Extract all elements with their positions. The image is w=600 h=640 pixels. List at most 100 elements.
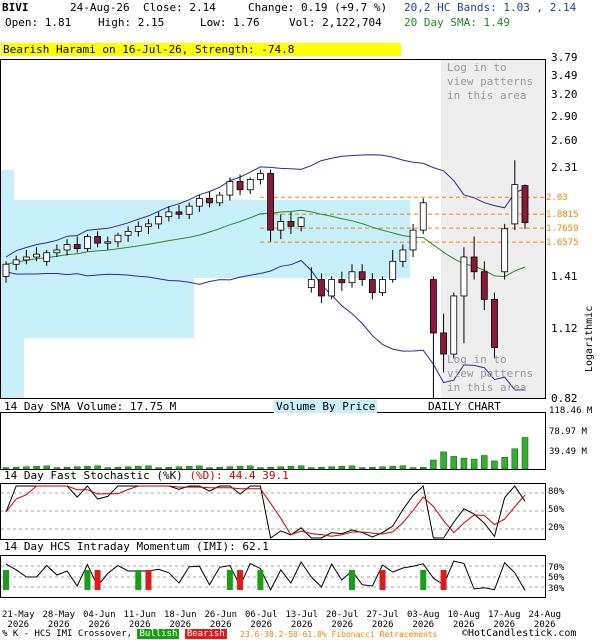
pattern-banner: Bearish Harami on 16-Jul-26, Strength: -…: [1, 43, 401, 56]
price-tick: 0.82: [551, 392, 578, 405]
candle-body: [409, 229, 417, 251]
price-tick: 1.41: [551, 270, 578, 283]
x-axis-year: 2026: [412, 620, 435, 630]
x-axis-day: 11-Jun: [123, 610, 157, 620]
high-value: High: 2.15: [98, 16, 165, 29]
hc-bands-label: 20,2 HC Bands: 1.03 , 2.14: [404, 1, 577, 14]
candle-body: [257, 173, 264, 180]
x-axis-date: 11-Jun 2026: [124, 610, 157, 630]
close-value: Close: 2.14: [143, 1, 216, 14]
candle-body: [175, 211, 183, 215]
x-axis-date: 06-Jul 2026: [245, 610, 278, 630]
login-note-bottom[interactable]: Log in to view patterns in this area: [447, 353, 533, 395]
login-note-line: Log in to: [447, 353, 507, 366]
volume-tick: 118.46 M: [549, 406, 593, 416]
candle-body: [450, 295, 458, 355]
open-value: Open: 1.81: [5, 16, 72, 29]
candle-body: [124, 230, 132, 236]
copyright[interactable]: ©HotCandlestick.com: [462, 628, 576, 639]
candle-body: [307, 279, 315, 288]
bullish-badge: Bullish: [137, 629, 180, 639]
imi-crossover-marker: [84, 570, 91, 590]
stochastic-tick: 20%: [548, 523, 565, 533]
volume-tick: 39.49 M: [549, 447, 587, 457]
volume-bar: [470, 458, 478, 470]
candle-body: [12, 259, 20, 265]
vbp-band: [194, 200, 410, 278]
candle-body: [226, 181, 234, 196]
price-tick: 2.60: [551, 134, 578, 147]
volume-bar: [430, 459, 437, 470]
candle-body: [501, 228, 509, 273]
imi-label: 14 Day HCS Intraday Momentum (IMI): 62.1: [4, 540, 269, 553]
price-tick: 2.31: [551, 161, 578, 174]
stochastic-tick: 80%: [548, 487, 565, 497]
x-axis-date: 21-May 2026: [2, 610, 35, 630]
x-axis-date: 18-Jun 2026: [164, 610, 197, 630]
imi-crossover-marker: [237, 570, 244, 590]
imi-crossover-marker: [440, 570, 447, 590]
x-axis-year: 2026: [371, 620, 394, 630]
candle-body: [246, 179, 254, 191]
x-axis-day: 13-Jul: [285, 610, 319, 620]
login-note-top[interactable]: Log in to view patterns in this area: [447, 61, 533, 103]
volume-bar: [287, 466, 295, 470]
footer-legend: % K - HCS IMI Crossover, Bullish Bearish: [2, 629, 227, 639]
x-axis-day: 27-Jul: [366, 610, 400, 620]
vbp-band: [1, 170, 14, 398]
imi-crossover-marker: [257, 570, 264, 590]
x-axis-day: 04-Jun: [83, 610, 116, 620]
x-axis-day: 10-Aug: [447, 610, 481, 620]
imi-crossover-marker: [135, 570, 142, 590]
fib-label: 1.7659: [546, 224, 579, 234]
volume-bar: [491, 460, 498, 470]
change-value: Change: 0.19 (+9.7 %): [248, 1, 388, 14]
imi-line: [5, 560, 526, 592]
candle-body: [43, 252, 51, 262]
x-axis-date: 27-Jul 2026: [367, 610, 400, 630]
login-note-line: in this area: [447, 381, 527, 394]
price-tick: 3.79: [551, 51, 578, 64]
imi-crossover-marker: [420, 570, 427, 590]
volume-bar: [481, 455, 488, 470]
candle-body: [379, 279, 386, 293]
volume-bar: [460, 457, 468, 470]
candle-body: [338, 279, 346, 284]
daily-chart-label: DAILY CHART: [428, 400, 501, 413]
x-axis-year: 2026: [250, 620, 273, 630]
imi-crossover-marker: [3, 570, 9, 590]
volume-bar: [308, 467, 315, 470]
volume-tick: 78.97 M: [549, 427, 587, 437]
candle-body: [165, 211, 173, 218]
stochastic-k-label: 14 Day Fast Stochastic (%K): [4, 469, 190, 482]
login-note-line: view patterns: [447, 367, 534, 380]
candle-body: [155, 216, 163, 225]
candle-body: [22, 256, 30, 261]
legend-text: % K - HCS IMI Crossover,: [2, 629, 133, 639]
stochastic-d-label: (%D): 44.4: [189, 469, 256, 482]
x-axis-year: 2026: [290, 620, 313, 630]
x-axis-date: 20-Jul 2026: [326, 610, 359, 630]
symbol: BIVI: [2, 1, 29, 14]
candle-body: [511, 184, 519, 225]
candle-body: [84, 236, 91, 249]
candle-body: [33, 253, 40, 258]
candle-body: [2, 263, 10, 277]
candle-body: [236, 181, 244, 191]
x-axis-date: 26-Jun 2026: [205, 610, 238, 630]
x-axis-day: 28-May: [42, 610, 76, 620]
volume-bar: [328, 466, 335, 470]
x-axis-day: 21-May: [2, 610, 35, 620]
log-scale-label: Logarithmic: [584, 305, 595, 372]
stochastic-k-line: [5, 485, 526, 539]
candle-body: [297, 217, 305, 227]
x-axis-date: 13-Jul 2026: [286, 610, 319, 630]
x-axis-date: 04-Jun 2026: [83, 610, 116, 630]
quote-date: 24-Aug-26: [70, 1, 130, 14]
candle-body: [430, 279, 437, 334]
candle-body: [134, 225, 142, 232]
fib-label: 2.03: [546, 193, 568, 203]
imi-crossover-marker: [379, 570, 386, 590]
volume-bar: [389, 466, 396, 470]
x-axis-date: 03-Aug 2026: [407, 610, 440, 630]
